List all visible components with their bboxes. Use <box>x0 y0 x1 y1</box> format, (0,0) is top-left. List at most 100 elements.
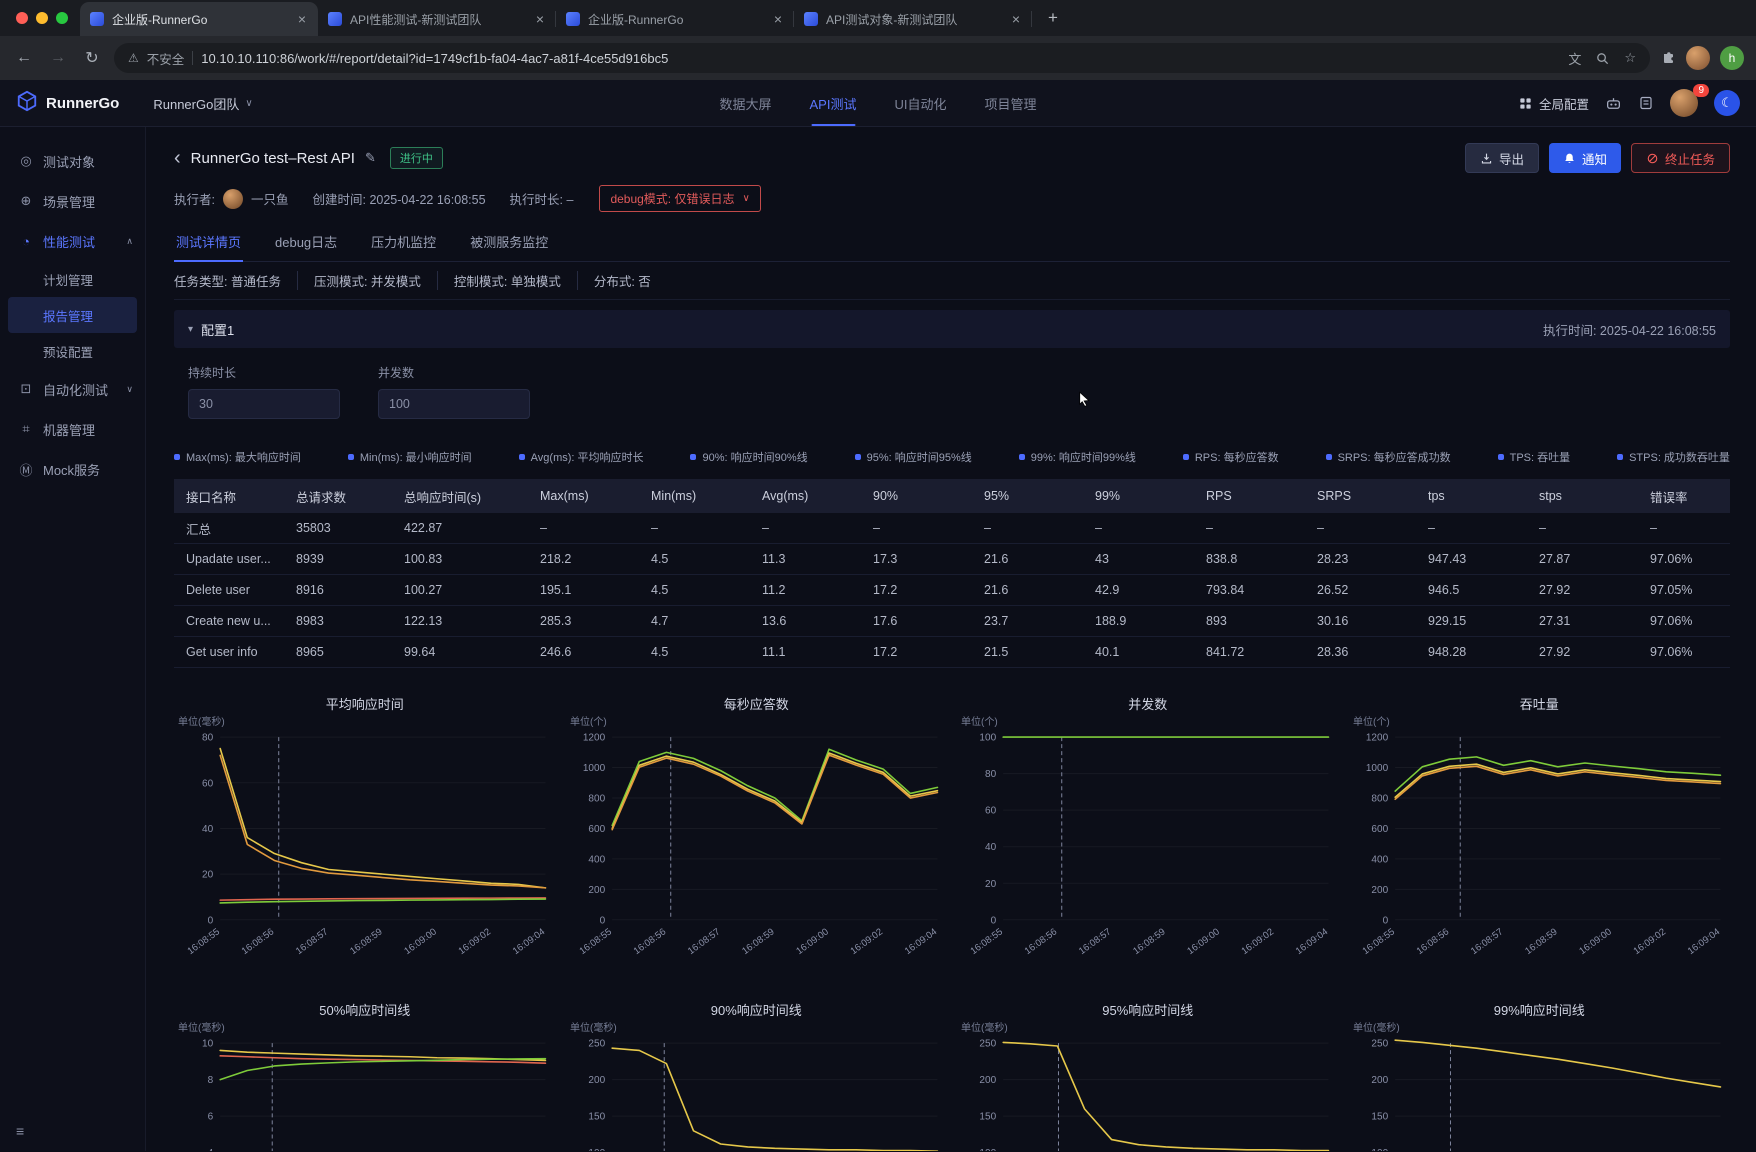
legend-dot <box>1183 454 1189 460</box>
table-cell: Delete user <box>174 575 284 606</box>
browser-tab[interactable]: 企业版-RunnerGo× <box>80 2 318 36</box>
robot-icon[interactable] <box>1605 95 1622 112</box>
address-bar[interactable]: ⚠ 不安全 10.10.10.110:86/work/#/report/deta… <box>114 43 1650 73</box>
table-cell: Upadate user... <box>174 544 284 575</box>
close-traffic-light[interactable] <box>16 12 28 24</box>
brand-name: RunnerGo <box>46 95 119 112</box>
legend-label: TPS: 吞吐量 <box>1510 449 1571 465</box>
team-selector[interactable]: RunnerGo团队 ∨ <box>153 94 252 113</box>
svg-text:16:09:00: 16:09:00 <box>1185 926 1221 957</box>
legend-dot <box>1019 454 1025 460</box>
svg-text:单位(个): 单位(个) <box>570 715 607 728</box>
sidebar: ◎测试对象⊕场景管理◔性能测试∧计划管理报告管理预设配置⊡自动化测试∨⌗机器管理… <box>0 127 146 1151</box>
security-label: 不安全 <box>147 49 185 68</box>
metrics-legend: Max(ms): 最大响应时间Min(ms): 最小响应时间Avg(ms): 平… <box>174 449 1730 465</box>
svg-text:单位(毫秒): 单位(毫秒) <box>570 1021 617 1034</box>
collapse-sidebar-icon[interactable]: ≡ <box>16 1123 24 1139</box>
theme-toggle[interactable]: ☾ <box>1714 90 1740 116</box>
tab-close-icon[interactable]: × <box>296 11 308 27</box>
legend-item: 99%: 响应时间99%线 <box>1019 449 1136 465</box>
browser-tab[interactable]: API性能测试-新测试团队× <box>318 2 556 36</box>
new-tab-button[interactable]: + <box>1040 5 1066 31</box>
table-cell: 946.5 <box>1416 575 1527 606</box>
refresh-button[interactable]: ↻ <box>80 48 104 68</box>
sidebar-item-perf-test[interactable]: ◔性能测试∧ <box>0 221 145 261</box>
table-cell: 21.6 <box>972 544 1083 575</box>
global-config-button[interactable]: 全局配置 <box>1518 94 1589 113</box>
fullscreen-traffic-light[interactable] <box>56 12 68 24</box>
translate-icon[interactable]: 文 <box>1568 49 1581 68</box>
nav-data-screen[interactable]: 数据大屏 <box>719 80 771 126</box>
column-header: Avg(ms) <box>750 479 861 513</box>
sidebar-item-report-mgmt[interactable]: 报告管理 <box>8 297 137 333</box>
feedback-icon[interactable] <box>1638 95 1654 111</box>
sidebar-item-plan-mgmt[interactable]: 计划管理 <box>0 261 145 297</box>
tab-close-icon[interactable]: × <box>772 11 784 27</box>
legend-dot <box>1617 454 1623 460</box>
export-button[interactable]: 导出 <box>1465 143 1539 173</box>
table-cell: 40.1 <box>1083 637 1194 668</box>
task-info-item: 控制模式: 单独模式 <box>437 271 561 290</box>
not-secure-icon: ⚠ <box>128 51 139 65</box>
field-label: 持续时长 <box>188 364 340 381</box>
stop-task-button[interactable]: 终止任务 <box>1631 143 1730 173</box>
edit-title-icon[interactable]: ✎ <box>365 150 376 166</box>
chart-title: 每秒应答数 <box>566 694 948 713</box>
table-cell: 13.6 <box>750 606 861 637</box>
table-cell: Get user info <box>174 637 284 668</box>
bookmark-star-icon[interactable]: ☆ <box>1624 50 1636 66</box>
svg-text:800: 800 <box>1371 794 1388 805</box>
debug-mode-select[interactable]: debug模式: 仅错误日志 ∨ <box>599 185 760 212</box>
table-cell: 97.06% <box>1638 606 1730 637</box>
browser-tab[interactable]: 企业版-RunnerGo× <box>556 2 794 36</box>
nav-ui-automation[interactable]: UI自动化 <box>894 80 946 126</box>
tab-service-monitor[interactable]: 被测服务监控 <box>468 224 550 261</box>
svg-text:0: 0 <box>991 915 997 926</box>
browser-tab[interactable]: API测试对象-新测试团队× <box>794 2 1032 36</box>
svg-text:1200: 1200 <box>582 733 605 744</box>
svg-text:16:08:55: 16:08:55 <box>969 926 1005 957</box>
svg-text:200: 200 <box>588 1075 605 1086</box>
sidebar-item-preset-config[interactable]: 预设配置 <box>0 333 145 369</box>
team-name: RunnerGo团队 <box>153 94 239 113</box>
chart-title: 50%响应时间线 <box>174 1000 556 1019</box>
sidebar-item-label: 测试对象 <box>43 152 95 171</box>
sidebar-item-machine-mgmt[interactable]: ⌗机器管理 <box>0 409 145 449</box>
svg-text:16:08:56: 16:08:56 <box>240 926 276 957</box>
duration-input[interactable]: 30 <box>188 389 340 419</box>
tab-detail[interactable]: 测试详情页 <box>174 224 243 261</box>
forward-button[interactable]: → <box>46 49 70 67</box>
nav-api-test[interactable]: API测试 <box>810 80 857 126</box>
tab-list: 企业版-RunnerGo×API性能测试-新测试团队×企业版-RunnerGo×… <box>80 0 1032 36</box>
exec-time: 执行时间: 2025-04-22 16:08:55 <box>1543 320 1716 339</box>
minimize-traffic-light[interactable] <box>36 12 48 24</box>
tab-close-icon[interactable]: × <box>1010 11 1022 27</box>
table-cell: 21.5 <box>972 637 1083 668</box>
tab-debug-log[interactable]: debug日志 <box>273 224 339 261</box>
legend-label: 95%: 响应时间95%线 <box>867 449 972 465</box>
search-icon[interactable] <box>1595 51 1610 66</box>
notify-button[interactable]: 通知 <box>1549 143 1621 173</box>
collapse-config-icon[interactable]: ▾ <box>188 324 193 335</box>
user-avatar[interactable]: 9 <box>1670 89 1698 117</box>
sidebar-item-label: 报告管理 <box>43 306 93 325</box>
sidebar-item-test-object[interactable]: ◎测试对象 <box>0 141 145 181</box>
table-cell: 8983 <box>284 606 392 637</box>
tab-machine-monitor[interactable]: 压力机监控 <box>369 224 438 261</box>
moon-icon: ☾ <box>1721 95 1733 111</box>
sidebar-item-scene-mgmt[interactable]: ⊕场景管理 <box>0 181 145 221</box>
back-button[interactable]: ← <box>12 49 36 67</box>
concurrency-input[interactable]: 100 <box>378 389 530 419</box>
account-avatar[interactable] <box>1686 46 1710 70</box>
legend-item: Min(ms): 最小响应时间 <box>348 449 472 465</box>
sidebar-item-auto-test[interactable]: ⊡自动化测试∨ <box>0 369 145 409</box>
extensions-icon[interactable] <box>1660 50 1676 66</box>
nav-project-mgmt[interactable]: 项目管理 <box>984 80 1036 126</box>
table-cell: – <box>1305 513 1416 544</box>
sidebar-item-mock-service[interactable]: ⓂMock服务 <box>0 449 145 489</box>
profile-icon[interactable]: h <box>1720 46 1744 70</box>
tab-close-icon[interactable]: × <box>534 11 546 27</box>
svg-text:16:08:57: 16:08:57 <box>1077 926 1113 957</box>
table-cell: – <box>972 513 1083 544</box>
back-chevron[interactable]: ‹ <box>174 148 181 168</box>
